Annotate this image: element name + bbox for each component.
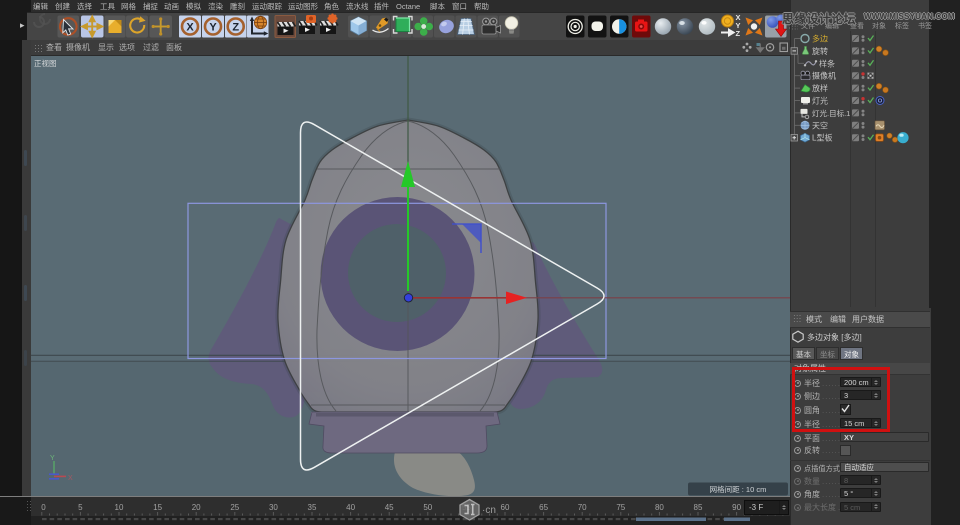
svg-text:摄像机: 摄像机 bbox=[812, 71, 836, 81]
svg-text:旋转: 旋转 bbox=[812, 46, 828, 56]
svg-text:Y: Y bbox=[209, 22, 217, 34]
svg-text:70: 70 bbox=[578, 503, 587, 512]
svg-text:35: 35 bbox=[308, 503, 317, 512]
svg-text:20: 20 bbox=[192, 503, 201, 512]
svg-text:·cn: ·cn bbox=[482, 505, 496, 516]
svg-text:5: 5 bbox=[78, 503, 83, 512]
svg-text:样条: 样条 bbox=[819, 58, 835, 68]
svg-text:25: 25 bbox=[230, 503, 239, 512]
svg-text:Z: Z bbox=[232, 22, 239, 34]
svg-text:X: X bbox=[186, 22, 194, 34]
svg-text:10: 10 bbox=[115, 503, 124, 512]
svg-text:灯光: 灯光 bbox=[812, 96, 828, 106]
svg-text:60: 60 bbox=[501, 503, 510, 512]
svg-text:80: 80 bbox=[655, 503, 664, 512]
svg-text:15: 15 bbox=[153, 503, 162, 512]
svg-text:天空: 天空 bbox=[812, 120, 828, 130]
svg-text:L型板: L型板 bbox=[812, 133, 832, 143]
svg-text:X: X bbox=[68, 475, 73, 482]
svg-text:灯光.目标.1: 灯光.目标.1 bbox=[812, 108, 850, 118]
svg-text:85: 85 bbox=[694, 503, 703, 512]
svg-text:45: 45 bbox=[385, 503, 394, 512]
svg-text:30: 30 bbox=[269, 503, 278, 512]
svg-text:0: 0 bbox=[41, 503, 46, 512]
svg-text:网格间距 : 10 cm: 网格间距 : 10 cm bbox=[710, 484, 767, 494]
svg-text:65: 65 bbox=[539, 503, 548, 512]
svg-text:Y: Y bbox=[50, 455, 55, 462]
svg-text:50: 50 bbox=[423, 503, 432, 512]
svg-text:75: 75 bbox=[616, 503, 625, 512]
svg-text:正视图: 正视图 bbox=[34, 58, 57, 68]
svg-text:多边: 多边 bbox=[812, 34, 828, 44]
svg-text:Z: Z bbox=[736, 29, 741, 38]
svg-text:90: 90 bbox=[732, 503, 741, 512]
svg-text:40: 40 bbox=[346, 503, 355, 512]
svg-text:放样: 放样 bbox=[812, 83, 828, 93]
